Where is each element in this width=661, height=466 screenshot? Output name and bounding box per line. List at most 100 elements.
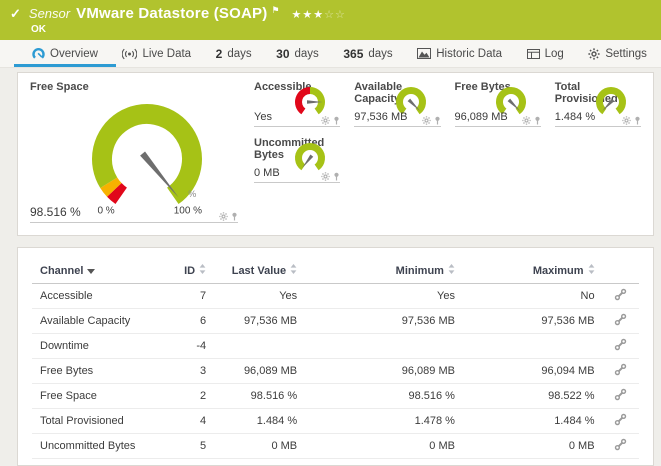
cell-minimum: 97,536 MB (305, 309, 463, 334)
star-filled-icon[interactable]: ★ (302, 9, 313, 21)
cell-maximum: 98.522 % (463, 384, 603, 409)
channel-settings-wrench-icon[interactable] (614, 413, 627, 426)
tab-historic-data[interactable]: Historic Data (413, 40, 506, 67)
gauge-value: 98.516 % (30, 205, 81, 219)
tab-settings[interactable]: Settings (584, 40, 651, 67)
gauge-tile-actions (622, 116, 641, 125)
channel-row-uncommitted-bytes[interactable]: Uncommitted Bytes50 MB0 MB0 MB (32, 434, 639, 459)
gauge-tile-actions (422, 116, 441, 125)
star-filled-icon[interactable]: ★ (292, 9, 303, 21)
column-header-id[interactable]: ID (172, 260, 214, 284)
gauge-tile-available-capacity[interactable]: Available Capacity97,536 MB (354, 81, 440, 127)
column-header-last[interactable]: Last Value (214, 260, 305, 284)
channel-settings-wrench-icon[interactable] (614, 438, 627, 451)
gauge-value: 0 MB (254, 167, 280, 179)
channel-pin-icon[interactable] (534, 116, 541, 125)
channel-gear-icon[interactable] (321, 116, 330, 125)
tab-label: Historic Data (436, 48, 502, 60)
cell-actions (603, 309, 639, 334)
svg-text:%: % (188, 189, 196, 199)
star-empty-icon[interactable]: ☆ (324, 9, 335, 21)
channel-gear-icon[interactable] (321, 172, 330, 181)
sensor-status: OK (31, 24, 661, 35)
gauge-tile-actions (321, 172, 340, 181)
star-empty-icon[interactable]: ☆ (335, 9, 346, 21)
cell-minimum: Yes (305, 284, 463, 309)
gauge-tile-uncommitted-bytes[interactable]: Uncommitted Bytes0 MB (254, 137, 340, 183)
gauge-tile-actions (522, 116, 541, 125)
column-label: Minimum (396, 265, 444, 277)
channel-row-accessible[interactable]: Accessible7YesYesNo (32, 284, 639, 309)
sort-toggle-icon (290, 264, 297, 277)
cell-maximum: 97,536 MB (463, 309, 603, 334)
channel-pin-icon[interactable] (231, 212, 238, 221)
tab-30-days[interactable]: 30days (272, 40, 323, 67)
cell-last-value: 98.516 % (214, 384, 305, 409)
sensor-title: VMware Datastore (SOAP) (76, 5, 267, 22)
gauge-tile-actions (321, 116, 340, 125)
sensor-header: ✓ Sensor VMware Datastore (SOAP) ⚑ ★★★☆☆… (0, 0, 661, 40)
cell-last-value (214, 334, 305, 359)
cell-id: -4 (172, 334, 214, 359)
cell-maximum: No (463, 284, 603, 309)
cell-maximum: 96,094 MB (463, 359, 603, 384)
column-header-channel[interactable]: Channel (32, 260, 172, 284)
cell-channel: Downtime (32, 334, 172, 359)
cell-id: 3 (172, 359, 214, 384)
star-filled-icon[interactable]: ★ (313, 9, 324, 21)
channel-pin-icon[interactable] (434, 116, 441, 125)
cell-actions (603, 284, 639, 309)
tab-label: Log (545, 48, 564, 60)
channels-table: ChannelIDLast ValueMinimumMaximum Access… (32, 260, 639, 459)
channel-gear-icon[interactable] (522, 116, 531, 125)
cell-last-value: 0 MB (214, 434, 305, 459)
channel-settings-wrench-icon[interactable] (614, 288, 627, 301)
sort-toggle-icon (588, 264, 595, 277)
channel-row-free-space[interactable]: Free Space298.516 %98.516 %98.522 % (32, 384, 639, 409)
channel-settings-wrench-icon[interactable] (614, 313, 627, 326)
channel-gear-icon[interactable] (622, 116, 631, 125)
cell-minimum: 98.516 % (305, 384, 463, 409)
channel-settings-wrench-icon[interactable] (614, 338, 627, 351)
tab-live-data[interactable]: Live Data (118, 40, 195, 67)
cell-actions (603, 334, 639, 359)
channel-pin-icon[interactable] (333, 116, 340, 125)
channels-panel: ChannelIDLast ValueMinimumMaximum Access… (17, 247, 654, 466)
overview-content: Free Space 0 %100 %% 98.516 % Accessible… (0, 68, 661, 466)
cell-minimum: 96,089 MB (305, 359, 463, 384)
chart-icon (417, 48, 431, 59)
cell-id: 7 (172, 284, 214, 309)
gauge-tile-free-bytes[interactable]: Free Bytes96,089 MB (455, 81, 541, 127)
flag-icon[interactable]: ⚑ (271, 5, 279, 16)
column-header-max[interactable]: Maximum (463, 260, 603, 284)
channel-row-available-capacity[interactable]: Available Capacity697,536 MB97,536 MB97,… (32, 309, 639, 334)
sort-toggle-icon (199, 264, 206, 277)
channel-pin-icon[interactable] (333, 172, 340, 181)
gauge-tile-free-space[interactable]: Free Space 0 %100 %% 98.516 % (30, 81, 238, 223)
cell-channel: Uncommitted Bytes (32, 434, 172, 459)
tab-365-days[interactable]: 365days (339, 40, 396, 67)
channel-pin-icon[interactable] (634, 116, 641, 125)
channel-row-downtime[interactable]: Downtime-4 (32, 334, 639, 359)
tab-overview[interactable]: Overview (28, 40, 102, 67)
channel-gear-icon[interactable] (219, 212, 228, 221)
gauge-icon (32, 47, 45, 60)
gauges-panel: Free Space 0 %100 %% 98.516 % Accessible… (17, 72, 654, 236)
channel-settings-wrench-icon[interactable] (614, 363, 627, 376)
gauge-tile-accessible[interactable]: AccessibleYes (254, 81, 340, 127)
cell-maximum (463, 334, 603, 359)
status-check-icon: ✓ (10, 6, 21, 22)
channel-gear-icon[interactable] (422, 116, 431, 125)
cell-id: 5 (172, 434, 214, 459)
gauge-tile-total-provisioned[interactable]: Total Provisioned1.484 % (555, 81, 641, 127)
gauge-value: 97,536 MB (354, 111, 407, 123)
channel-row-free-bytes[interactable]: Free Bytes396,089 MB96,089 MB96,094 MB (32, 359, 639, 384)
broadcast-icon (122, 48, 137, 60)
column-header-min[interactable]: Minimum (305, 260, 463, 284)
tab-2-days[interactable]: 2days (212, 40, 256, 67)
tab-log[interactable]: Log (523, 40, 568, 67)
priority-stars[interactable]: ★★★☆☆ (292, 8, 346, 21)
cell-last-value: 96,089 MB (214, 359, 305, 384)
channel-settings-wrench-icon[interactable] (614, 388, 627, 401)
tab-label: days (227, 48, 251, 60)
